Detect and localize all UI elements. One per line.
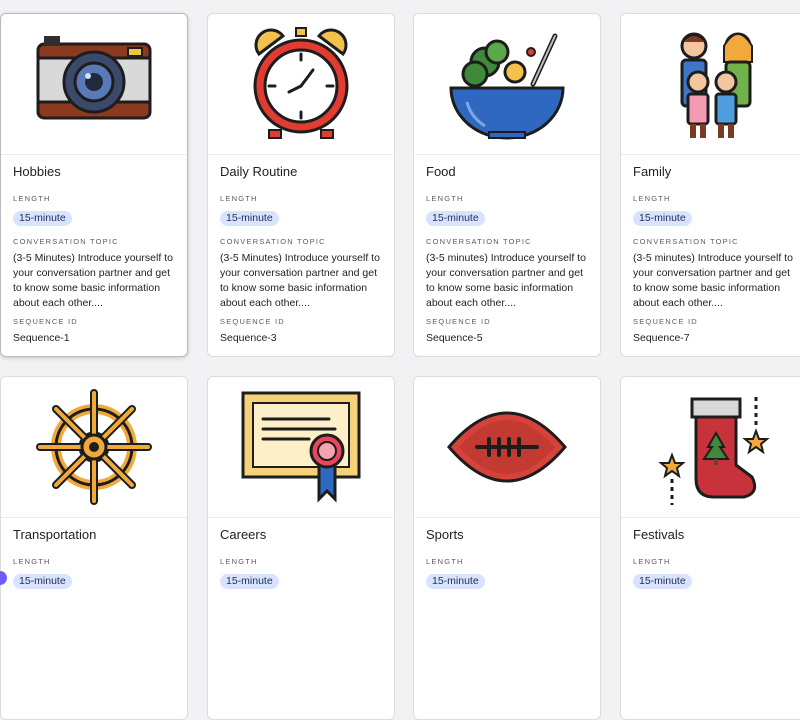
length-badge: 15-minute <box>220 574 279 589</box>
sequence-id: Sequence-3 <box>220 332 277 344</box>
topic-description: (3-5 minutes) Introduce yourself to your… <box>633 252 793 309</box>
topic-description: (3-5 minutes) Introduce yourself to your… <box>426 252 586 309</box>
topic-label: CONVERSATION TOPIC <box>426 237 532 246</box>
salad-bowl-icon <box>449 33 565 140</box>
card-title: Family <box>633 164 672 179</box>
sequence-id: Sequence-1 <box>13 332 70 344</box>
card-thumbnail <box>414 377 600 518</box>
sequence-label: SEQUENCE ID <box>220 317 285 326</box>
length-label: LENGTH <box>13 194 51 203</box>
length-label: LENGTH <box>633 557 671 566</box>
lesson-card-transportation[interactable]: Transportation LENGTH 15-minute <box>0 376 188 720</box>
sequence-id: Sequence-5 <box>426 332 483 344</box>
lesson-card-hobbies[interactable]: Hobbies LENGTH 15-minute CONVERSATION TO… <box>0 13 188 357</box>
length-badge: 15-minute <box>426 574 485 589</box>
lesson-card-food[interactable]: Food LENGTH 15-minute CONVERSATION TOPIC… <box>413 13 601 357</box>
sequence-label: SEQUENCE ID <box>426 317 491 326</box>
card-title: Food <box>426 164 456 179</box>
card-title: Hobbies <box>13 164 61 179</box>
card-thumbnail <box>621 14 800 155</box>
card-title: Careers <box>220 527 267 542</box>
length-label: LENGTH <box>426 557 464 566</box>
sequence-id: Sequence-7 <box>633 332 690 344</box>
lesson-card-grid: Hobbies LENGTH 15-minute CONVERSATION TO… <box>0 0 800 720</box>
lesson-card-sports[interactable]: Sports LENGTH 15-minute <box>413 376 601 720</box>
sequence-label: SEQUENCE ID <box>633 317 698 326</box>
card-thumbnail <box>621 377 800 518</box>
length-label: LENGTH <box>13 557 51 566</box>
card-thumbnail <box>208 14 394 155</box>
card-title: Festivals <box>633 527 685 542</box>
card-title: Transportation <box>13 527 97 542</box>
certificate-icon <box>241 391 361 503</box>
card-title: Daily Routine <box>220 164 298 179</box>
football-icon <box>447 411 567 483</box>
length-badge: 15-minute <box>633 211 692 226</box>
card-thumbnail <box>1 377 187 518</box>
length-badge: 15-minute <box>633 574 692 589</box>
length-badge: 15-minute <box>13 574 72 589</box>
card-thumbnail <box>208 377 394 518</box>
lesson-card-careers[interactable]: Careers LENGTH 15-minute <box>207 376 395 720</box>
topic-label: CONVERSATION TOPIC <box>220 237 326 246</box>
christmas-stocking-icon <box>658 397 770 505</box>
length-label: LENGTH <box>426 194 464 203</box>
lesson-card-festivals[interactable]: Festivals LENGTH 15-minute <box>620 376 800 720</box>
sequence-label: SEQUENCE ID <box>13 317 78 326</box>
lesson-card-family[interactable]: Family LENGTH 15-minute CONVERSATION TOP… <box>620 13 800 357</box>
length-badge: 15-minute <box>220 211 279 226</box>
length-label: LENGTH <box>220 557 258 566</box>
topic-description: (3-5 Minutes) Introduce yourself to your… <box>220 252 380 309</box>
length-badge: 15-minute <box>13 211 72 226</box>
lesson-card-daily-routine[interactable]: Daily Routine LENGTH 15-minute CONVERSAT… <box>207 13 395 357</box>
length-label: LENGTH <box>220 194 258 203</box>
card-thumbnail <box>1 14 187 155</box>
alarm-clock-icon <box>253 27 349 139</box>
topic-description: (3-5 Minutes) Introduce yourself to your… <box>13 252 173 309</box>
camera-icon <box>36 36 152 120</box>
topic-label: CONVERSATION TOPIC <box>13 237 119 246</box>
length-label: LENGTH <box>633 194 671 203</box>
family-icon <box>680 32 753 138</box>
card-title: Sports <box>426 527 464 542</box>
card-thumbnail <box>414 14 600 155</box>
length-badge: 15-minute <box>426 211 485 226</box>
ship-wheel-icon <box>36 389 152 505</box>
topic-label: CONVERSATION TOPIC <box>633 237 739 246</box>
